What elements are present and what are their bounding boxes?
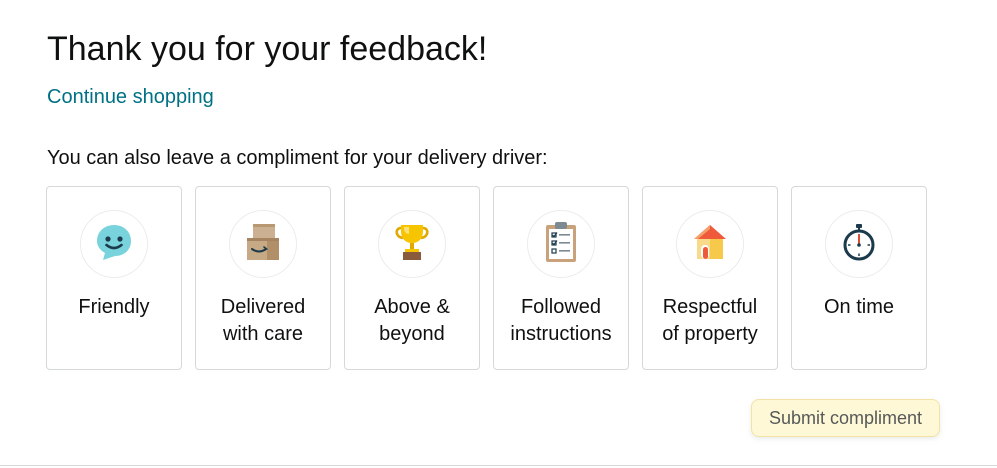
compliment-label: Followed instructions: [510, 296, 612, 345]
icon-circle: [80, 210, 148, 278]
compliment-label: Above & beyond: [374, 296, 450, 345]
clipboard-checklist-icon: [541, 220, 581, 269]
smiley-face-icon: [94, 222, 134, 267]
icon-circle: [527, 210, 595, 278]
compliment-options: Friendly Delivered with care Above & bey…: [46, 186, 927, 370]
house-icon: [689, 221, 731, 268]
compliment-card-delivered-with-care[interactable]: Delivered with care: [195, 186, 331, 370]
compliment-label: Delivered with care: [220, 296, 306, 345]
icon-circle: [825, 210, 893, 278]
compliment-card-followed-instructions[interactable]: Followed instructions: [493, 186, 629, 370]
submit-compliment-button[interactable]: Submit compliment: [751, 399, 940, 437]
continue-shopping-link[interactable]: Continue shopping: [47, 86, 214, 109]
compliment-label: Respectful of property: [662, 296, 758, 345]
compliment-card-on-time[interactable]: On time: [791, 186, 927, 370]
compliment-card-above-and-beyond[interactable]: Above & beyond: [344, 186, 480, 370]
divider: [0, 465, 997, 466]
icon-circle: [229, 210, 297, 278]
compliment-card-respectful-of-property[interactable]: Respectful of property: [642, 186, 778, 370]
compliment-label: On time: [823, 296, 895, 318]
trophy-icon: [392, 222, 432, 267]
compliment-label: Friendly: [78, 296, 150, 318]
icon-circle: [676, 210, 744, 278]
boxes-icon: [242, 221, 284, 268]
compliment-prompt: You can also leave a compliment for your…: [47, 147, 548, 169]
stopwatch-icon: [839, 222, 879, 267]
page-title: Thank you for your feedback!: [47, 30, 488, 68]
compliment-card-friendly[interactable]: Friendly: [46, 186, 182, 370]
icon-circle: [378, 210, 446, 278]
